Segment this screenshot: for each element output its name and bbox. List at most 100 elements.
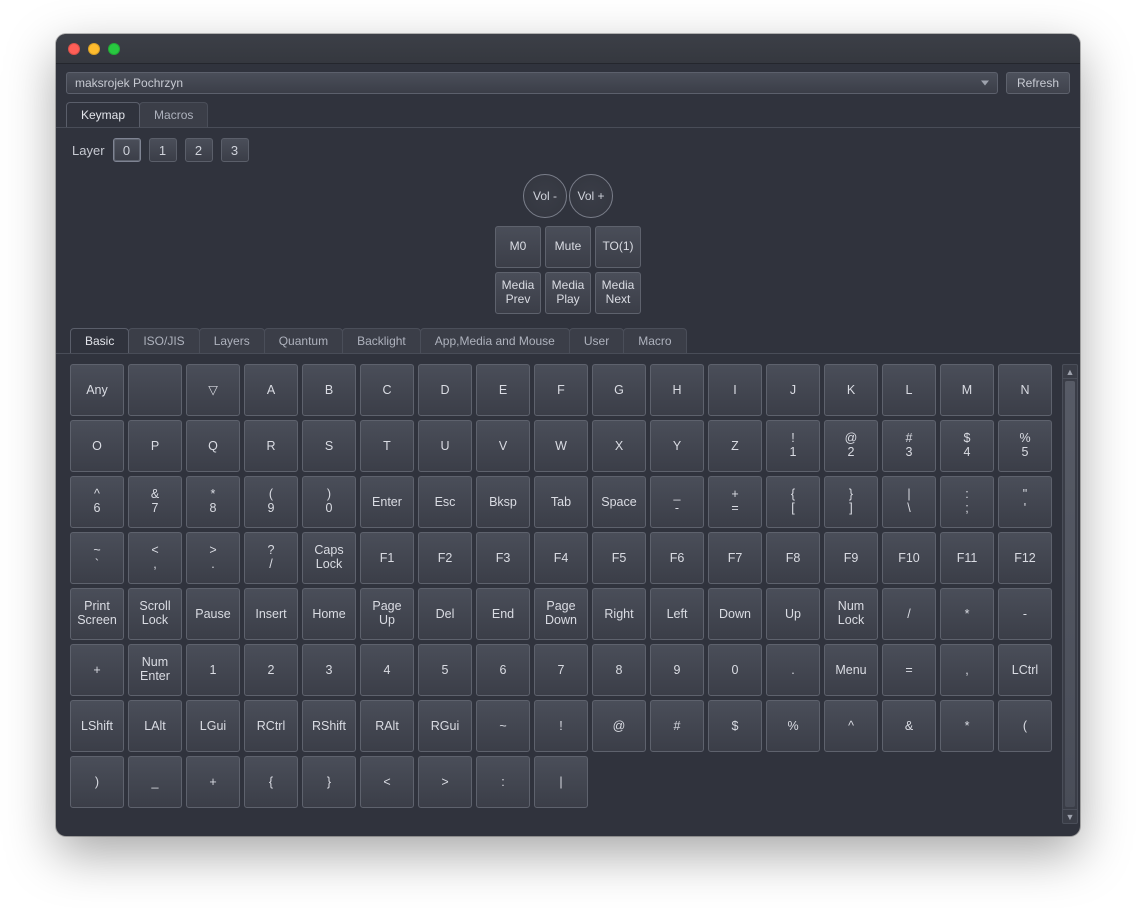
keycode-f9[interactable]: F9: [824, 532, 878, 584]
keycode-8[interactable]: *8: [186, 476, 240, 528]
macropad-key-5[interactable]: Media Next: [595, 272, 641, 314]
keycode-3[interactable]: #3: [882, 420, 936, 472]
category-tab-app-media-and-mouse[interactable]: App,Media and Mouse: [420, 328, 570, 353]
keycode-9[interactable]: (9: [244, 476, 298, 528]
keycode-r7c6[interactable]: (: [998, 700, 1052, 752]
keycode-r3c3[interactable]: ~`: [70, 532, 124, 584]
keycode-lctrl[interactable]: LCtrl: [998, 644, 1052, 696]
keycode-ralt[interactable]: RAlt: [360, 700, 414, 752]
keycode-8[interactable]: 8: [592, 644, 646, 696]
device-select[interactable]: maksrojek Pochrzyn: [66, 72, 998, 94]
category-tab-quantum[interactable]: Quantum: [264, 328, 343, 353]
layer-button-3[interactable]: 3: [221, 138, 249, 162]
keycode-f6[interactable]: F6: [650, 532, 704, 584]
keycode-o[interactable]: O: [70, 420, 124, 472]
keycode-pause[interactable]: Pause: [186, 588, 240, 640]
keycode-r7c11[interactable]: }: [302, 756, 356, 808]
keycode-f2[interactable]: F2: [418, 532, 472, 584]
keycode-m[interactable]: M: [940, 364, 994, 416]
keycode-x[interactable]: X: [592, 420, 646, 472]
keycode-r3c0[interactable]: |\: [882, 476, 936, 528]
keycode-4[interactable]: $4: [940, 420, 994, 472]
keycode-f8[interactable]: F8: [766, 532, 820, 584]
refresh-button[interactable]: Refresh: [1006, 72, 1070, 94]
scroll-up-icon[interactable]: ▲: [1063, 365, 1077, 379]
keycode-right[interactable]: Right: [592, 588, 646, 640]
titlebar[interactable]: [56, 34, 1080, 64]
keycode-6[interactable]: 6: [476, 644, 530, 696]
keycode-9[interactable]: 9: [650, 644, 704, 696]
keycode-del[interactable]: Del: [418, 588, 472, 640]
keycode-r5c4[interactable]: -: [998, 588, 1052, 640]
keycode-r3c2[interactable]: "': [998, 476, 1052, 528]
macropad-key-1[interactable]: Mute: [545, 226, 591, 268]
keycode-4[interactable]: 4: [360, 644, 414, 696]
keycode-r2c14[interactable]: {[: [766, 476, 820, 528]
keycode-d[interactable]: D: [418, 364, 472, 416]
keycode-r7c4[interactable]: &: [882, 700, 936, 752]
macropad-key-0[interactable]: M0: [495, 226, 541, 268]
keycode-7[interactable]: &7: [128, 476, 182, 528]
keycode-r7c1[interactable]: $: [708, 700, 762, 752]
keycode-r7c9[interactable]: +: [186, 756, 240, 808]
keycode-esc[interactable]: Esc: [418, 476, 472, 528]
layer-button-2[interactable]: 2: [185, 138, 213, 162]
keycode-2[interactable]: @2: [824, 420, 878, 472]
keycode-up[interactable]: Up: [766, 588, 820, 640]
category-tab-basic[interactable]: Basic: [70, 328, 129, 353]
keycode-r5c3[interactable]: *: [940, 588, 994, 640]
keycode-space[interactable]: Space: [592, 476, 646, 528]
keycode-3[interactable]: 3: [302, 644, 356, 696]
keycode-h[interactable]: H: [650, 364, 704, 416]
keycode-lgui[interactable]: LGui: [186, 700, 240, 752]
keycode-r6c13[interactable]: ~: [476, 700, 530, 752]
keycode-r3c4[interactable]: <,: [128, 532, 182, 584]
keycode-r3c5[interactable]: >.: [186, 532, 240, 584]
keycode-left[interactable]: Left: [650, 588, 704, 640]
keycode-capslock[interactable]: CapsLock: [302, 532, 356, 584]
keycode-rshift[interactable]: RShift: [302, 700, 356, 752]
keycode-rgui[interactable]: RGui: [418, 700, 472, 752]
keycode-home[interactable]: Home: [302, 588, 356, 640]
category-tab-layers[interactable]: Layers: [199, 328, 265, 353]
keycode-tab[interactable]: Tab: [534, 476, 588, 528]
keycode-f1[interactable]: F1: [360, 532, 414, 584]
keycode-r[interactable]: R: [244, 420, 298, 472]
keycode-5[interactable]: %5: [998, 420, 1052, 472]
encoder-0[interactable]: Vol -: [523, 174, 567, 218]
keycode-r7c0[interactable]: #: [650, 700, 704, 752]
keycode-insert[interactable]: Insert: [244, 588, 298, 640]
keycode-r7c3[interactable]: ^: [824, 700, 878, 752]
keycode-printscreen[interactable]: PrintScreen: [70, 588, 124, 640]
keycode-blank-r0c1[interactable]: [128, 364, 182, 416]
keycode-numenter[interactable]: NumEnter: [128, 644, 182, 696]
keycode-b[interactable]: B: [302, 364, 356, 416]
keycode-z[interactable]: Z: [708, 420, 762, 472]
keycode-c[interactable]: C: [360, 364, 414, 416]
keycode-w[interactable]: W: [534, 420, 588, 472]
close-icon[interactable]: [68, 43, 80, 55]
tab-macros[interactable]: Macros: [139, 102, 208, 127]
keycode-r5c2[interactable]: /: [882, 588, 936, 640]
keycode-7[interactable]: 7: [534, 644, 588, 696]
keycode-6[interactable]: ^6: [70, 476, 124, 528]
keycode-r7c12[interactable]: <: [360, 756, 414, 808]
keycode-r6c4[interactable]: ,: [940, 644, 994, 696]
keycode-l[interactable]: L: [882, 364, 936, 416]
keycode-enter[interactable]: Enter: [360, 476, 414, 528]
keycode-f3[interactable]: F3: [476, 532, 530, 584]
keycode-lshift[interactable]: LShift: [70, 700, 124, 752]
keycode-r6c14[interactable]: !: [534, 700, 588, 752]
layer-button-1[interactable]: 1: [149, 138, 177, 162]
keycode-bksp[interactable]: Bksp: [476, 476, 530, 528]
keycode-f11[interactable]: F11: [940, 532, 994, 584]
keycode-u[interactable]: U: [418, 420, 472, 472]
keycode-v[interactable]: V: [476, 420, 530, 472]
keycode-numlock[interactable]: NumLock: [824, 588, 878, 640]
keycode-r7c5[interactable]: *: [940, 700, 994, 752]
keycode-any[interactable]: Any: [70, 364, 124, 416]
keycode-a[interactable]: A: [244, 364, 298, 416]
keycode-r7c10[interactable]: {: [244, 756, 298, 808]
layer-button-0[interactable]: 0: [113, 138, 141, 162]
keycode-p[interactable]: P: [128, 420, 182, 472]
